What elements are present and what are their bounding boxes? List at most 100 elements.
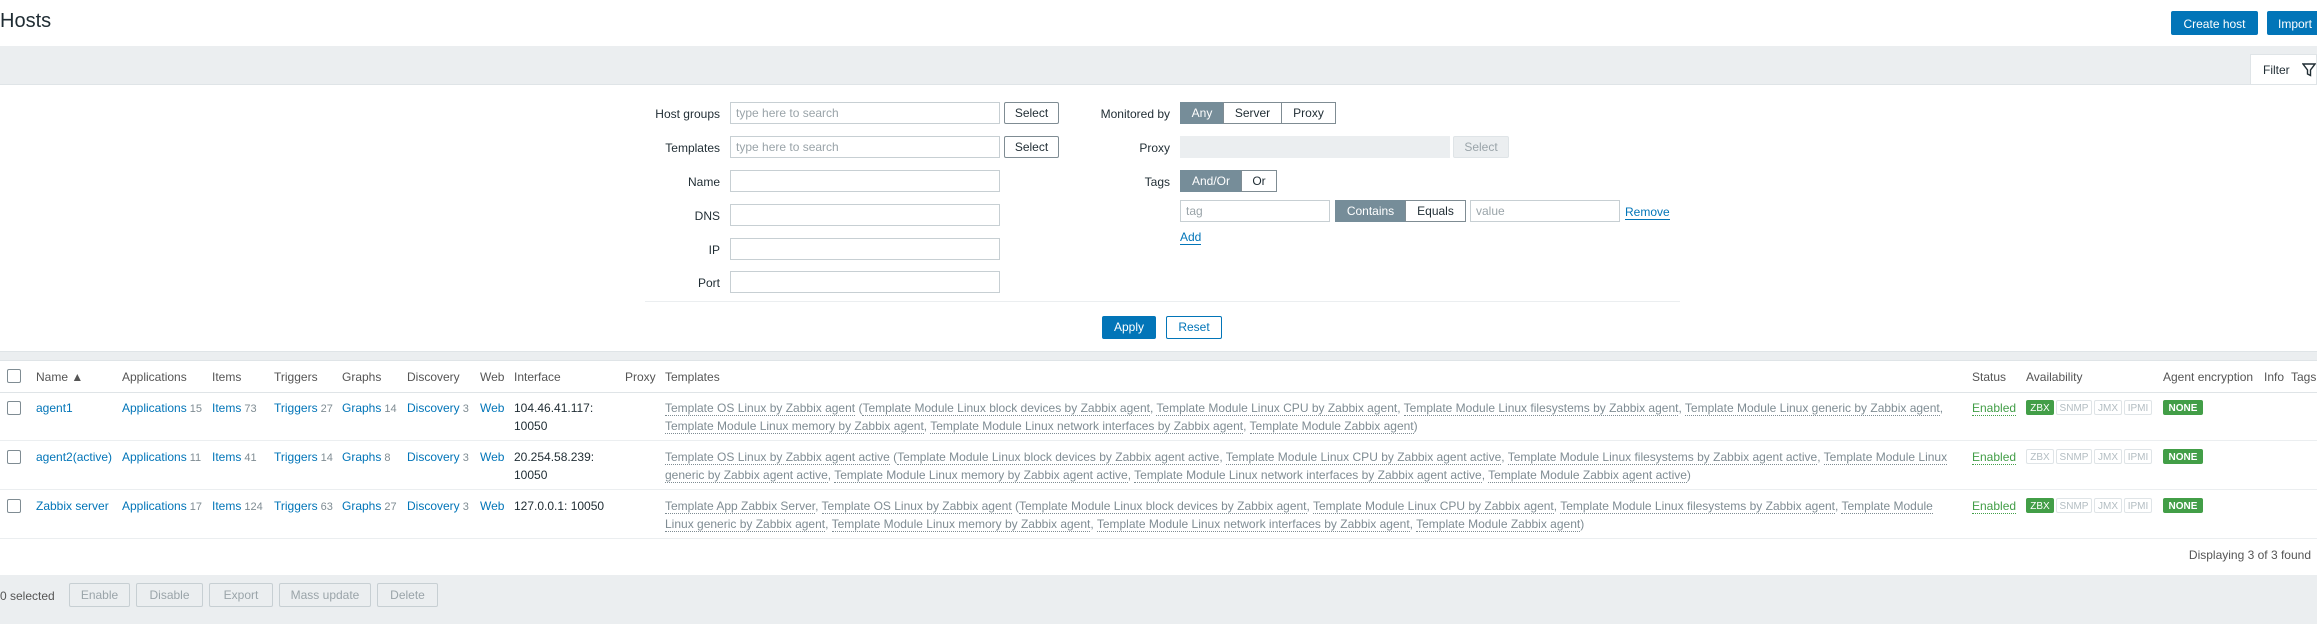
tag-value-input[interactable]	[1470, 200, 1620, 222]
template-link[interactable]: Template OS Linux by Zabbix agent	[821, 499, 1012, 514]
template-link[interactable]: Template Module Linux block devices by Z…	[897, 450, 1220, 465]
template-link[interactable]: Template Module Linux network interfaces…	[1096, 517, 1410, 532]
port-input[interactable]	[730, 271, 1000, 293]
port-label: Port	[697, 276, 720, 290]
header-graphs: Graphs	[342, 370, 382, 384]
triggers-count: 63	[320, 501, 333, 513]
import-button[interactable]: Import	[2267, 11, 2317, 35]
status-toggle[interactable]: Enabled	[1972, 499, 2017, 514]
applications-link[interactable]: Applications	[122, 401, 187, 415]
applications-link[interactable]: Applications	[122, 499, 187, 513]
tag-remove-link[interactable]: Remove	[1625, 205, 1670, 220]
tags-or[interactable]: Or	[1241, 170, 1277, 192]
template-link[interactable]: Template Module Linux network interfaces…	[1134, 468, 1482, 483]
items-link[interactable]: Items	[212, 450, 241, 464]
row-checkbox[interactable]	[7, 401, 21, 415]
template-link[interactable]: Template Module Zabbix agent active	[1488, 468, 1687, 483]
reset-button[interactable]: Reset	[1166, 316, 1222, 339]
tags-and-or[interactable]: And/Or	[1180, 170, 1242, 192]
template-link[interactable]: Template Module Linux memory by Zabbix a…	[665, 419, 924, 434]
dns-input[interactable]	[730, 204, 1000, 226]
apply-button[interactable]: Apply	[1102, 316, 1156, 339]
availability-zbx: ZBX	[2026, 400, 2054, 415]
template-separator: ,	[1306, 499, 1313, 513]
filter-tab-label: Filter	[2263, 63, 2290, 77]
items-link[interactable]: Items	[212, 401, 241, 415]
template-link[interactable]: Template Module Linux block devices by Z…	[1019, 499, 1307, 514]
monitored-by-proxy[interactable]: Proxy	[1281, 102, 1336, 124]
template-link[interactable]: Template Module Linux filesystems by Zab…	[1560, 499, 1836, 514]
proxy-input	[1180, 136, 1450, 158]
tag-equals[interactable]: Equals	[1405, 200, 1466, 222]
header-name[interactable]: Name ▲	[36, 370, 83, 384]
delete-button[interactable]: Delete	[377, 583, 438, 607]
filter-tab[interactable]: Filter	[2250, 54, 2317, 85]
template-link[interactable]: Template Module Linux CPU by Zabbix agen…	[1225, 450, 1502, 465]
discovery-link[interactable]: Discovery	[407, 450, 460, 464]
row-checkbox[interactable]	[7, 499, 21, 513]
interface-line1: 127.0.0.1: 10050	[514, 499, 605, 513]
tag-input[interactable]	[1180, 200, 1330, 222]
monitored-by-server[interactable]: Server	[1223, 102, 1282, 124]
discovery-link[interactable]: Discovery	[407, 401, 460, 415]
template-link[interactable]: Template OS Linux by Zabbix agent	[665, 401, 856, 416]
disable-button[interactable]: Disable	[136, 583, 203, 607]
template-link[interactable]: Template Module Linux filesystems by Zab…	[1403, 401, 1679, 416]
tag-add-link[interactable]: Add	[1180, 230, 1202, 245]
template-link[interactable]: Template Module Linux block devices by Z…	[862, 401, 1150, 416]
templates-cell: Template App Zabbix Server, Template OS …	[665, 497, 1950, 533]
triggers-cell: Triggers 63	[274, 499, 333, 513]
templates-input[interactable]	[730, 136, 1000, 158]
graphs-link[interactable]: Graphs	[342, 401, 381, 415]
template-link[interactable]: Template Module Zabbix agent	[1249, 419, 1414, 434]
proxy-select-button: Select	[1453, 136, 1509, 158]
triggers-link[interactable]: Triggers	[274, 401, 318, 415]
header-templates: Templates	[665, 370, 720, 384]
export-button[interactable]: Export	[209, 583, 273, 607]
graphs-link[interactable]: Graphs	[342, 450, 381, 464]
availability-jmx: JMX	[2094, 449, 2122, 464]
header-status[interactable]: Status	[1972, 370, 2006, 384]
status-toggle[interactable]: Enabled	[1972, 401, 2017, 416]
template-link[interactable]: Template Module Linux generic by Zabbix …	[1684, 401, 1940, 416]
items-link[interactable]: Items	[212, 499, 241, 513]
template-link[interactable]: Template Module Linux network interfaces…	[930, 419, 1244, 434]
triggers-link[interactable]: Triggers	[274, 450, 318, 464]
triggers-link[interactable]: Triggers	[274, 499, 318, 513]
template-link[interactable]: Template Module Linux memory by Zabbix a…	[834, 468, 1128, 483]
applications-count: 15	[189, 403, 202, 415]
graphs-link[interactable]: Graphs	[342, 499, 381, 513]
host-name-link[interactable]: Zabbix server	[36, 499, 109, 513]
mass-update-button[interactable]: Mass update	[279, 583, 371, 607]
template-link[interactable]: Template Module Linux filesystems by Zab…	[1507, 450, 1818, 465]
availability-ipmi: IPMI	[2124, 498, 2152, 513]
host-name-link[interactable]: agent1	[36, 401, 73, 415]
template-link[interactable]: Template Module Linux memory by Zabbix a…	[831, 517, 1091, 532]
template-link[interactable]: Template OS Linux by Zabbix agent active	[665, 450, 890, 465]
header-agent-encryption: Agent encryption	[2163, 370, 2254, 384]
template-separator: (	[1011, 499, 1019, 513]
discovery-link[interactable]: Discovery	[407, 499, 460, 513]
tag-contains[interactable]: Contains	[1335, 200, 1406, 222]
select-all-checkbox[interactable]	[7, 369, 21, 383]
template-separator: ,	[1939, 401, 1944, 415]
enable-button[interactable]: Enable	[69, 583, 130, 607]
monitored-by-any[interactable]: Any	[1180, 102, 1224, 124]
host-name-link[interactable]: agent2(active)	[36, 450, 112, 464]
triggers-count: 27	[320, 403, 333, 415]
web-link[interactable]: Web	[480, 401, 504, 415]
template-link[interactable]: Template Module Zabbix agent	[1416, 517, 1581, 532]
template-link[interactable]: Template Module Linux CPU by Zabbix agen…	[1312, 499, 1554, 514]
row-checkbox[interactable]	[7, 450, 21, 464]
web-link[interactable]: Web	[480, 450, 504, 464]
host-groups-input[interactable]	[730, 102, 1000, 124]
filter-divider	[645, 301, 1680, 302]
template-link[interactable]: Template App Zabbix Server	[665, 499, 816, 514]
create-host-button[interactable]: Create host	[2171, 11, 2258, 35]
applications-link[interactable]: Applications	[122, 450, 187, 464]
web-link[interactable]: Web	[480, 499, 504, 513]
template-link[interactable]: Template Module Linux CPU by Zabbix agen…	[1156, 401, 1398, 416]
ip-input[interactable]	[730, 238, 1000, 260]
status-toggle[interactable]: Enabled	[1972, 450, 2017, 465]
name-input[interactable]	[730, 170, 1000, 192]
